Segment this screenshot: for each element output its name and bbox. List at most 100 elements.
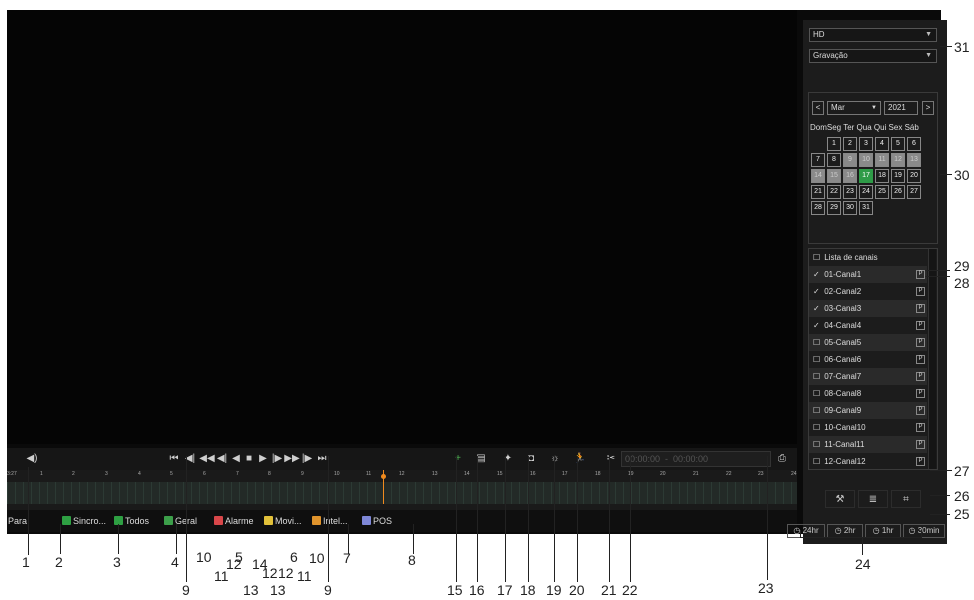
playback-badge-icon[interactable]: P <box>916 287 925 296</box>
next-frame-icon[interactable]: |▶ <box>300 451 314 467</box>
playback-badge-icon[interactable]: P <box>916 355 925 364</box>
calendar-day[interactable]: 18 <box>875 169 889 183</box>
channel-list-scrollbar[interactable] <box>928 249 936 469</box>
checkbox-icon[interactable]: ☐ <box>813 249 822 266</box>
play-icon[interactable]: ▶ <box>257 451 269 467</box>
channel-row[interactable]: ☐ 06-Canal6 P <box>809 351 927 368</box>
calendar-day[interactable]: 26 <box>891 185 905 199</box>
calendar-day[interactable]: 2 <box>843 137 857 151</box>
calendar-day[interactable]: 29 <box>827 201 841 215</box>
filter-sync[interactable]: Sincro... <box>62 514 106 528</box>
calendar-day[interactable]: 16 <box>843 169 857 183</box>
smart-search-icon[interactable]: ☼ <box>548 451 562 467</box>
calendar-day[interactable]: 20 <box>907 169 921 183</box>
calendar-day[interactable]: 25 <box>875 185 889 199</box>
calendar-day[interactable]: 13 <box>907 153 921 167</box>
calendar-day[interactable]: 8 <box>827 153 841 167</box>
play-backward-icon[interactable]: ◀ <box>230 451 242 467</box>
stop-icon[interactable]: ■ <box>243 451 255 467</box>
mode-select[interactable]: Gravação ▼ <box>809 49 937 63</box>
playback-badge-icon[interactable]: P <box>916 457 925 466</box>
channel-list-header[interactable]: ☐ Lista de canais <box>809 249 927 266</box>
prev-month-button[interactable]: < <box>812 101 824 115</box>
save-icon[interactable]: ⎙ <box>775 451 789 467</box>
calendar-day[interactable]: 30 <box>843 201 857 215</box>
playback-badge-icon[interactable]: P <box>916 270 925 279</box>
channel-row[interactable]: ☐ 09-Canal9 P <box>809 402 927 419</box>
next-month-button[interactable]: > <box>922 101 934 115</box>
fast-forward-icon[interactable]: ▶▶ <box>284 451 300 467</box>
calendar-day[interactable]: 6 <box>907 137 921 151</box>
calendar-day[interactable]: 5 <box>891 137 905 151</box>
calendar-day[interactable]: 21 <box>811 185 825 199</box>
playback-badge-icon[interactable]: P <box>916 406 925 415</box>
timeline[interactable]: 3:27123456789101112131415161718192021222… <box>7 470 797 510</box>
calendar-day[interactable]: 31 <box>859 201 873 215</box>
calendar-day[interactable]: 3 <box>859 137 873 151</box>
check-icon[interactable]: ✓ <box>813 266 822 283</box>
calendar-day[interactable]: 27 <box>907 185 921 199</box>
rewind-icon[interactable]: ◀◀ <box>199 451 215 467</box>
filter-motion[interactable]: Movi... <box>264 514 302 528</box>
calendar-day[interactable]: 9 <box>843 153 857 167</box>
channel-row[interactable]: ☐ 12-Canal12 P <box>809 453 927 470</box>
video-area[interactable] <box>7 10 797 444</box>
check-icon[interactable]: ✓ <box>813 300 822 317</box>
check-icon[interactable]: ✓ <box>813 283 822 300</box>
skip-start-icon[interactable]: ⏮ <box>167 451 181 467</box>
calendar-day[interactable]: 24 <box>859 185 873 199</box>
playback-badge-icon[interactable]: P <box>916 440 925 449</box>
scissors-icon[interactable]: ✂ <box>604 451 618 467</box>
year-field[interactable]: 2021 <box>884 101 918 115</box>
checkbox-icon[interactable] <box>312 516 321 525</box>
list-view-button[interactable]: ≣ <box>858 490 888 508</box>
checkbox-icon[interactable]: ☐ <box>813 385 822 402</box>
fullscreen-button[interactable]: ⌗ <box>891 490 921 508</box>
calendar-day[interactable]: 15 <box>827 169 841 183</box>
camera-icon[interactable]: ◘ <box>524 451 538 467</box>
checkbox-icon[interactable]: ☐ <box>813 419 822 436</box>
channel-row[interactable]: ✓ 03-Canal3 P <box>809 300 927 317</box>
calendar-day[interactable]: 1 <box>827 137 841 151</box>
calendar-day[interactable]: 17 <box>859 169 873 183</box>
calendar-day[interactable]: 23 <box>843 185 857 199</box>
slow-forward-icon[interactable]: |▶ <box>270 451 284 467</box>
calendar-day[interactable]: 10 <box>859 153 873 167</box>
checkbox-icon[interactable] <box>62 516 71 525</box>
span-1hr-button[interactable]: ◷ 1hr <box>865 524 901 538</box>
playback-badge-icon[interactable]: P <box>916 338 925 347</box>
speaker-icon[interactable]: ◀) <box>25 451 39 467</box>
channel-row[interactable]: ☐ 05-Canal5 P <box>809 334 927 351</box>
channel-row[interactable]: ✓ 01-Canal1 P <box>809 266 927 283</box>
span-30min-button[interactable]: ◷ 30min <box>903 524 945 538</box>
channel-row[interactable]: ☐ 11-Canal11 P <box>809 436 927 453</box>
calendar-day[interactable]: 22 <box>827 185 841 199</box>
playback-badge-icon[interactable]: P <box>916 304 925 313</box>
zoom-icon[interactable]: + <box>451 451 465 467</box>
checkbox-icon[interactable] <box>164 516 173 525</box>
channel-row[interactable]: ☐ 07-Canal7 P <box>809 368 927 385</box>
checkbox-icon[interactable]: ☐ <box>813 351 822 368</box>
calendar-day[interactable]: 19 <box>891 169 905 183</box>
month-select[interactable]: Mar ▼ <box>827 101 881 115</box>
checkbox-icon[interactable]: ☐ <box>813 334 822 351</box>
clip-time-range-input[interactable]: 00:00:00 - 00:00:00 <box>621 451 771 467</box>
checkbox-icon[interactable]: ☐ <box>813 436 822 453</box>
checkbox-icon[interactable] <box>362 516 371 525</box>
filter-pos[interactable]: POS <box>362 514 392 528</box>
playback-badge-icon[interactable]: P <box>916 372 925 381</box>
calendar-day[interactable]: 12 <box>891 153 905 167</box>
checkbox-icon[interactable] <box>214 516 223 525</box>
span-2hr-button[interactable]: ◷ 2hr <box>827 524 863 538</box>
playback-badge-icon[interactable]: P <box>916 389 925 398</box>
playback-badge-icon[interactable]: P <box>916 321 925 330</box>
checkbox-icon[interactable]: ☐ <box>813 368 822 385</box>
filter-alarm[interactable]: Alarme <box>214 514 254 528</box>
timeline-track[interactable] <box>7 482 797 504</box>
checkbox-icon[interactable]: ☐ <box>813 402 822 419</box>
span-24hr-button[interactable]: ◷ 24hr <box>787 524 825 538</box>
calendar-day[interactable]: 14 <box>811 169 825 183</box>
channel-row[interactable]: ✓ 02-Canal2 P <box>809 283 927 300</box>
slow-backward-icon[interactable]: ◀| <box>215 451 229 467</box>
calendar-day[interactable]: 28 <box>811 201 825 215</box>
